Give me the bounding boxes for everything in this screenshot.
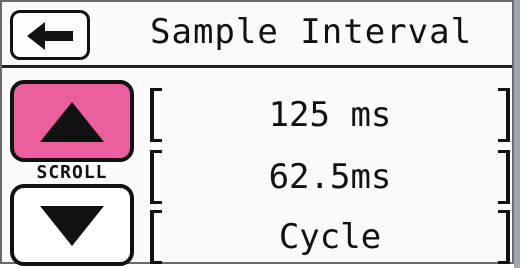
left-arrow-icon	[27, 22, 73, 50]
list-item-label: 62.5ms	[268, 157, 392, 197]
page-title: Sample Interval	[150, 12, 473, 52]
scroll-up-button[interactable]	[10, 80, 134, 162]
touch-screen: Sample Interval SCROLL 125 ms 62.5ms Cyc…	[0, 0, 514, 266]
right-bracket	[498, 210, 510, 264]
right-bracket	[498, 150, 510, 204]
scroll-down-button[interactable]	[10, 184, 134, 266]
screen-edge	[514, 0, 520, 268]
list-item-62-5ms[interactable]: 62.5ms	[150, 150, 510, 204]
scroll-label: SCROLL	[16, 162, 128, 184]
right-bracket	[498, 88, 510, 142]
back-button[interactable]	[10, 10, 90, 60]
scroll-control: SCROLL	[10, 80, 134, 266]
list-item-125ms[interactable]: 125 ms	[150, 88, 510, 142]
list-item-cycle[interactable]: Cycle	[150, 210, 510, 264]
header-bar: Sample Interval	[2, 2, 512, 68]
triangle-down-icon	[40, 206, 104, 246]
list-item-label: 125 ms	[268, 95, 392, 135]
triangle-up-icon	[40, 102, 104, 142]
list-item-label: Cycle	[278, 217, 382, 257]
